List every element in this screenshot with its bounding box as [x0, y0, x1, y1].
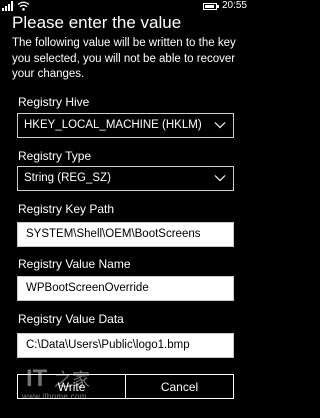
registry-hive-dropdown[interactable]: HKEY_LOCAL_MACHINE (HKLM) [17, 113, 234, 138]
status-left-icons [2, 1, 32, 11]
registry-value-name-label: Registry Value Name [18, 257, 131, 271]
registry-hive-value: HKEY_LOCAL_MACHINE (HKLM) [24, 119, 202, 131]
chevron-down-icon [214, 175, 226, 182]
battery-icon [202, 2, 219, 10]
status-right: 20:55 [202, 0, 247, 12]
registry-key-path-label: Registry Key Path [18, 202, 115, 216]
registry-value-data-label: Registry Value Data [18, 312, 124, 326]
registry-type-label: Registry Type [18, 149, 92, 163]
signal-icon [2, 1, 13, 11]
registry-value-name-value: WPBootScreenOverride [26, 282, 149, 294]
chevron-down-icon [214, 122, 226, 129]
registry-type-value: String (REG_SZ) [24, 172, 111, 184]
registry-value-data-value: C:\Data\Users\Public\logo1.bmp [26, 339, 190, 351]
dialog-title: Please enter the value [12, 13, 182, 32]
status-bar: 20:55 [0, 0, 251, 12]
registry-type-dropdown[interactable]: String (REG_SZ) [17, 166, 234, 191]
registry-key-path-value: SYSTEM\Shell\OEM\BootScreens [26, 228, 201, 240]
wifi-icon [17, 1, 30, 11]
registry-hive-label: Registry Hive [18, 95, 90, 109]
registry-value-name-input[interactable]: WPBootScreenOverride [17, 276, 234, 301]
registry-key-path-input[interactable]: SYSTEM\Shell\OEM\BootScreens [17, 222, 234, 247]
cancel-button[interactable]: Cancel [125, 374, 234, 399]
dialog-description: The following value will be written to t… [12, 37, 236, 80]
write-button[interactable]: Write [17, 374, 126, 399]
registry-value-data-input[interactable]: C:\Data\Users\Public\logo1.bmp [17, 333, 234, 358]
status-clock: 20:55 [221, 0, 247, 11]
